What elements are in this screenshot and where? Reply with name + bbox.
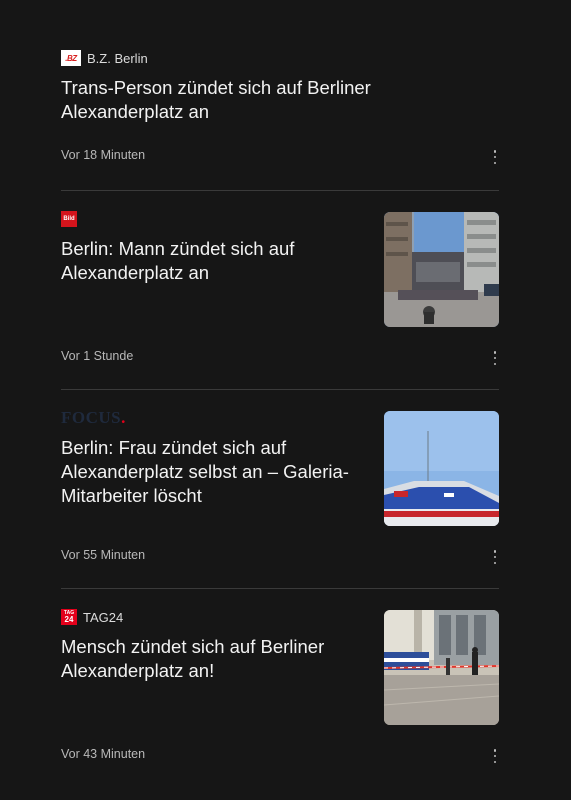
headline[interactable]: Trans-Person zündet sich auf Berliner Al… [61,76,481,124]
focus-logo-text: FOCUS [61,409,122,427]
bz-logo-text: .BZ [65,53,77,63]
news-card[interactable]: Bild Berlin: Mann zündet sich auf Alexan… [61,191,499,390]
alexanderplatz-street-photo[interactable] [384,212,499,327]
headline[interactable]: Berlin: Mann zündet sich auf Alexanderpl… [61,237,361,285]
tag24-logo-text-bottom: 24 [64,615,74,624]
headline[interactable]: Mensch zündet sich auf Berliner Alexande… [61,635,361,683]
news-feed: .BZ B.Z. Berlin Trans-Person zündet sich… [61,30,499,787]
police-cordon-photo[interactable] [384,610,499,725]
focus-logo-dot: . [121,409,126,427]
source-name: B.Z. Berlin [87,50,148,66]
timestamp: Vor 18 Minuten [61,148,146,162]
news-card[interactable]: TAG 24 TAG24 Mensch zündet sich auf Berl… [61,589,499,787]
focus-logo-icon: FOCUS. [61,409,126,427]
news-card[interactable]: .BZ B.Z. Berlin Trans-Person zündet sich… [61,30,499,191]
police-car-sky-photo[interactable] [384,411,499,526]
headline[interactable]: Berlin: Frau zündet sich auf Alexanderpl… [61,436,361,508]
more-options-icon[interactable] [491,550,499,564]
timestamp: Vor 43 Minuten [61,747,146,761]
more-options-icon[interactable] [491,749,499,763]
bild-logo-text: Bild [63,216,75,222]
source-row: FOCUS. [61,409,132,427]
bild-logo-icon: Bild [61,211,77,227]
more-options-icon[interactable] [491,351,499,365]
source-row: TAG 24 TAG24 [61,608,123,626]
source-row: Bild [61,210,83,228]
news-card[interactable]: FOCUS. Berlin: Frau zündet sich auf Alex… [61,390,499,589]
source-row: .BZ B.Z. Berlin [61,49,148,67]
bz-logo-icon: .BZ [61,50,81,66]
timestamp: Vor 55 Minuten [61,548,146,562]
timestamp: Vor 1 Stunde [61,349,134,363]
source-name: TAG24 [83,609,124,625]
more-options-icon[interactable] [491,150,499,164]
tag24-logo-icon: TAG 24 [61,609,77,625]
